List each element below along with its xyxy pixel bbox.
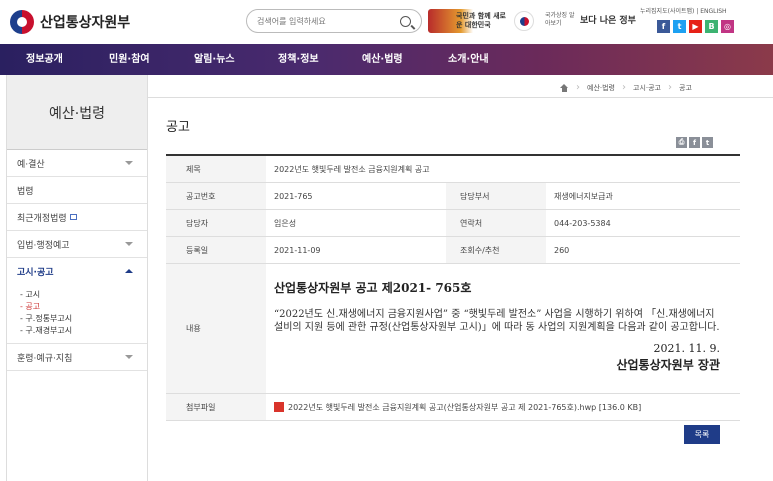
- notice-body: “2022년도 신.재생에너지 금융지원사업” 중 “햇빛두레 발전소” 사업을…: [274, 309, 720, 333]
- chevron-up-icon: [125, 269, 133, 273]
- twitter-share-icon[interactable]: t: [702, 137, 713, 148]
- sidebar-item-recent-law[interactable]: 최근개정법령: [7, 204, 147, 231]
- attach-label: 첨부파일: [166, 394, 266, 420]
- nav-policy[interactable]: 정책·정보: [278, 44, 319, 75]
- sns-links: f t ▶ B ◎: [657, 20, 734, 33]
- nav-info-disclosure[interactable]: 정보공개: [26, 44, 63, 75]
- national-flag-icon[interactable]: [514, 11, 534, 31]
- table-row: 제목 2022년도 햇빛두레 발전소 금융지원계획 공고: [166, 156, 740, 183]
- chevron-down-icon: [125, 355, 133, 359]
- sidebar-item-notices[interactable]: 고시·공고: [7, 258, 147, 285]
- manager-label: 담당자: [166, 210, 266, 236]
- site-header: 산업통상자원부 국민과 함께 새로운 대한민국 국가상징 알아보기 보다 나은 …: [0, 0, 773, 44]
- twitter-icon[interactable]: t: [673, 20, 686, 33]
- nav-about[interactable]: 소개·안내: [448, 44, 489, 75]
- sidebar-item-label: 최근개정법령: [17, 213, 67, 224]
- external-link-icon: [69, 214, 77, 220]
- sidebar-item-label: 훈령·예규·지침: [17, 353, 73, 364]
- attachment-link[interactable]: 2022년도 햇빛두레 발전소 금융지원계획 공고(산업통상자원부 공고 제 2…: [266, 394, 740, 420]
- sidebar-item-law[interactable]: 법령: [7, 177, 147, 204]
- search-box: [246, 9, 422, 33]
- facebook-share-icon[interactable]: f: [689, 137, 700, 148]
- sidebar-item-budget[interactable]: 예·결산: [7, 150, 147, 177]
- chevron-down-icon: [125, 161, 133, 165]
- manager-value: 임은성: [274, 218, 297, 228]
- sub-item-old-mic[interactable]: - 구.정통부고시: [20, 313, 147, 325]
- sidebar-item-label: 법령: [17, 186, 34, 197]
- list-button[interactable]: 목록: [684, 425, 720, 444]
- search-icon[interactable]: [400, 15, 411, 27]
- sidebar: 예산·법령 예·결산 법령 최근개정법령 입법·행정예고 고시·공고 - 고시 …: [6, 75, 148, 481]
- breadcrumb-item[interactable]: 고시·공고: [633, 83, 661, 93]
- top-links[interactable]: 누리집지도(사이트맵) | ENGLISH: [640, 6, 727, 15]
- campaign-banner-text: 국민과 함께 새로운 대한민국: [456, 12, 506, 29]
- content-body: 산업통상자원부 공고 제2021- 765호 “2022년도 신.재생에너지 금…: [266, 264, 740, 393]
- table-row: 담당자 임은성 연락처 044-203-5384: [166, 210, 740, 237]
- nav-news[interactable]: 알림·뉴스: [194, 44, 235, 75]
- sidebar-sub-list: - 고시 - 공고 - 구.정통부고시 - 구.재경부고시: [7, 285, 147, 344]
- facebook-icon[interactable]: f: [657, 20, 670, 33]
- search-input[interactable]: [257, 16, 400, 26]
- nav-budget-law[interactable]: 예산·법령: [362, 44, 403, 75]
- logo-text: 산업통상자원부: [40, 15, 131, 31]
- views-value: 260: [554, 245, 570, 255]
- sub-item-old-mofe[interactable]: - 구.재경부고시: [20, 325, 147, 337]
- better-government-banner[interactable]: 보다 나은 정부: [580, 13, 636, 26]
- breadcrumb-separator: ›: [668, 82, 672, 93]
- title-label: 제목: [166, 156, 266, 182]
- views-label: 조회수/추천: [446, 237, 546, 263]
- table-row: 내용 산업통상자원부 공고 제2021- 765호 “2022년도 신.재생에너…: [166, 264, 740, 394]
- notice-signature: 산업통상자원부 장관: [616, 358, 720, 372]
- sidebar-item-legislation[interactable]: 입법·행정예고: [7, 231, 147, 258]
- taegeuk-logo-icon: [10, 10, 34, 34]
- sidebar-item-label: 고시·공고: [17, 268, 54, 278]
- number-value: 2021-765: [274, 191, 313, 201]
- sub-item-announcement[interactable]: - 공고: [20, 301, 147, 313]
- print-icon[interactable]: ⎙: [676, 137, 687, 148]
- breadcrumb: › 예산·법령 › 고시·공고 › 공고: [560, 82, 692, 93]
- page-title: 공고: [166, 120, 190, 135]
- breadcrumb-item[interactable]: 공고: [679, 83, 692, 93]
- sidebar-item-label: 예·결산: [17, 159, 45, 170]
- divider: [148, 97, 773, 98]
- breadcrumb-item[interactable]: 예산·법령: [587, 83, 615, 93]
- share-buttons: ⎙ f t: [676, 137, 713, 148]
- phone-value: 044-203-5384: [554, 218, 611, 228]
- notice-detail-table: 제목 2022년도 햇빛두레 발전소 금융지원계획 공고 공고번호 2021-7…: [166, 154, 740, 421]
- home-icon[interactable]: [560, 83, 569, 92]
- youtube-icon[interactable]: ▶: [689, 20, 702, 33]
- breadcrumb-separator: ›: [576, 82, 580, 93]
- table-row: 첨부파일 2022년도 햇빛두레 발전소 금융지원계획 공고(산업통상자원부 공…: [166, 394, 740, 421]
- national-symbol-link[interactable]: 국가상징 알아보기: [545, 12, 577, 28]
- title-value: 2022년도 햇빛두레 발전소 금융지원계획 공고: [274, 164, 430, 174]
- number-label: 공고번호: [166, 183, 266, 209]
- notice-date: 2021. 11. 9.: [653, 342, 720, 355]
- date-value: 2021-11-09: [274, 245, 321, 255]
- content-label: 내용: [166, 264, 266, 393]
- main-navigation: 정보공개 민원·참여 알림·뉴스 정책·정보 예산·법령 소개·안내: [0, 44, 773, 75]
- sidebar-item-label: 입법·행정예고: [17, 240, 70, 251]
- dept-value: 재생에너지보급과: [554, 191, 613, 201]
- hwp-file-icon: [274, 402, 284, 412]
- dept-label: 담당부서: [446, 183, 546, 209]
- breadcrumb-separator: ›: [622, 82, 626, 93]
- attachment-name: 2022년도 햇빛두레 발전소 금융지원계획 공고(산업통상자원부 공고 제 2…: [288, 402, 642, 412]
- nav-civil-participation[interactable]: 민원·참여: [109, 44, 150, 75]
- sidebar-item-directives[interactable]: 훈령·예규·지침: [7, 344, 147, 371]
- site-logo[interactable]: 산업통상자원부: [10, 10, 130, 34]
- table-row: 등록일 2021-11-09 조회수/추천 260: [166, 237, 740, 264]
- phone-label: 연락처: [446, 210, 546, 236]
- sidebar-title: 예산·법령: [7, 75, 147, 150]
- campaign-banner[interactable]: 국민과 함께 새로운 대한민국: [428, 9, 510, 33]
- blog-icon[interactable]: B: [705, 20, 718, 33]
- table-row: 공고번호 2021-765 담당부서 재생에너지보급과: [166, 183, 740, 210]
- notice-title: 산업통상자원부 공고 제2021- 765호: [274, 281, 472, 295]
- chevron-down-icon: [125, 242, 133, 246]
- instagram-icon[interactable]: ◎: [721, 20, 734, 33]
- date-label: 등록일: [166, 237, 266, 263]
- sub-item-notification[interactable]: - 고시: [20, 289, 147, 301]
